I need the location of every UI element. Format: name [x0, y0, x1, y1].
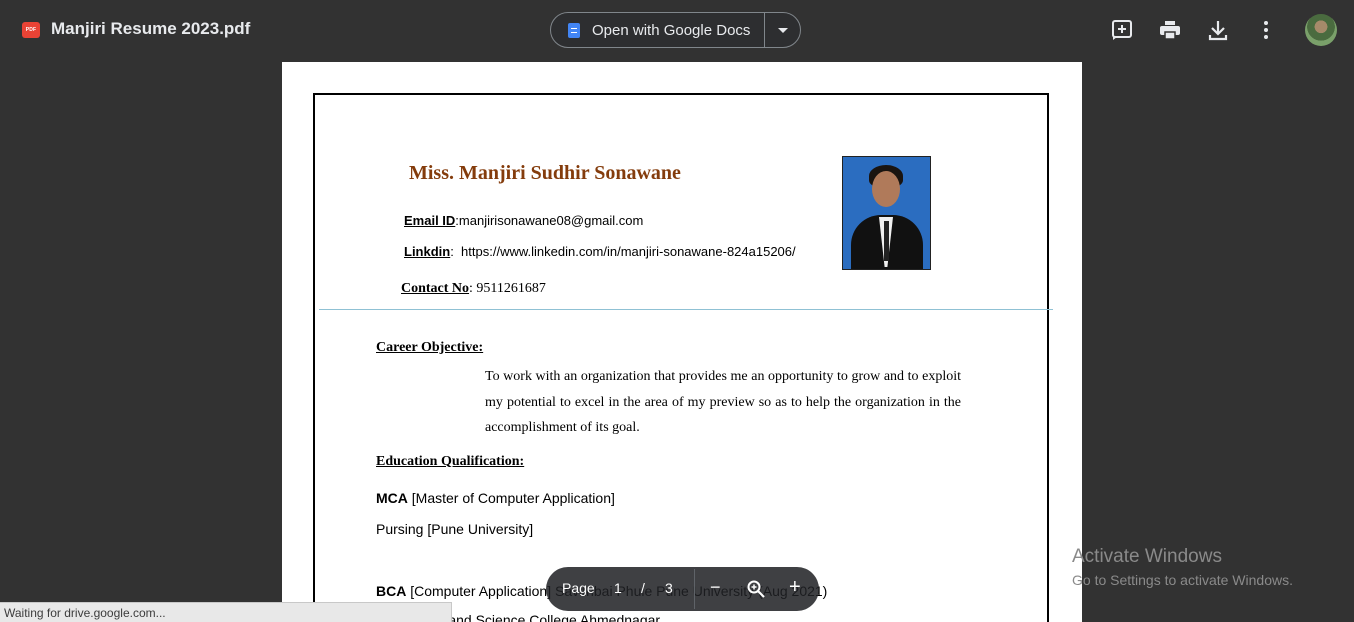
- career-objective-text: To work with an organization that provid…: [485, 369, 961, 435]
- linkedin-label: Linkdin: [404, 244, 451, 259]
- print-icon[interactable]: [1158, 18, 1182, 42]
- page-label: Page: [562, 580, 595, 596]
- open-with-google-docs-button[interactable]: Open with Google Docs: [550, 12, 801, 48]
- add-comment-icon[interactable]: [1110, 18, 1134, 42]
- linkedin-value: : https://www.linkedin.com/in/manjiri-so…: [450, 244, 796, 259]
- linkedin-line: Linkdin: https://www.linkedin.com/in/man…: [404, 244, 796, 259]
- career-objective-heading: Career Objective:: [376, 340, 484, 355]
- profile-photo: [842, 156, 931, 270]
- activate-windows-subtitle: Go to Settings to activate Windows.: [1072, 572, 1293, 588]
- email-value: :manjirisonawane08@gmail.com: [455, 213, 644, 228]
- open-with-main[interactable]: Open with Google Docs: [551, 13, 764, 47]
- page-separator: /: [641, 580, 645, 596]
- pdf-page: Miss. Manjiri Sudhir Sonawane Email ID:m…: [282, 62, 1082, 622]
- total-pages: 3: [665, 580, 673, 596]
- google-docs-icon: [568, 22, 580, 38]
- account-avatar[interactable]: [1305, 14, 1337, 46]
- mca-line: MCA [Master of Computer Application]: [376, 490, 615, 506]
- zoom-out-button[interactable]: −: [710, 577, 721, 598]
- pdf-file-icon: PDF: [22, 22, 40, 38]
- open-with-label: Open with Google Docs: [592, 21, 751, 39]
- email-label: Email ID: [404, 213, 456, 228]
- email-line: Email ID:manjirisonawane08@gmail.com: [404, 213, 643, 228]
- file-title: Manjiri Resume 2023.pdf: [51, 19, 251, 38]
- contact-line: Contact No: 9511261687: [401, 281, 546, 297]
- header-divider: [319, 309, 1053, 310]
- page-zoom-controls: Page 1 / 3 − +: [546, 567, 819, 611]
- resume-name: Miss. Manjiri Sudhir Sonawane: [409, 162, 681, 184]
- education-heading: Education Qualification:: [376, 454, 525, 469]
- activate-windows-title: Activate Windows: [1072, 546, 1222, 567]
- chevron-down-icon: [777, 27, 788, 33]
- open-with-dropdown-button[interactable]: [765, 13, 800, 47]
- more-options-icon[interactable]: [1254, 18, 1278, 42]
- zoom-fit-icon[interactable]: [746, 579, 766, 599]
- mca-description: [Master of Computer Application]: [407, 490, 615, 506]
- current-page-input[interactable]: 1: [614, 580, 622, 596]
- bca-degree: BCA: [376, 583, 407, 599]
- mca-degree: MCA: [376, 490, 408, 506]
- mca-status: Pursing [Pune University]: [376, 521, 534, 537]
- contact-label: Contact No: [401, 281, 470, 296]
- download-icon[interactable]: [1206, 18, 1230, 42]
- viewer-toolbar: PDF Manjiri Resume 2023.pdf Open with Go…: [0, 0, 1354, 60]
- contact-value: : 9511261687: [469, 281, 546, 296]
- zoom-divider: [694, 569, 695, 609]
- zoom-in-button[interactable]: +: [789, 576, 801, 599]
- status-bar: Waiting for drive.google.com...: [0, 602, 452, 622]
